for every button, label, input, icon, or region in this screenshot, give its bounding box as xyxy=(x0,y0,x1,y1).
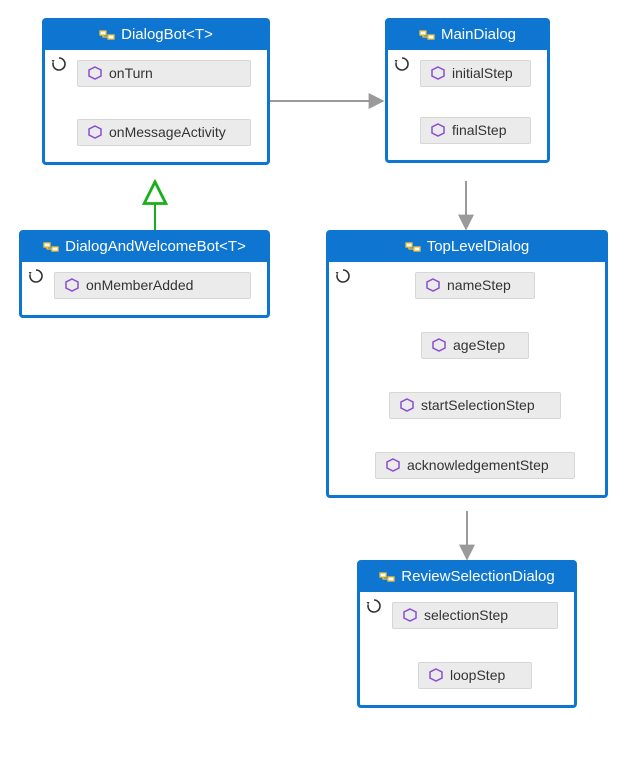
method-item: acknowledgementStep xyxy=(375,452,575,479)
method-item: initialStep xyxy=(420,60,531,87)
cycle-icon xyxy=(366,598,382,617)
method-icon xyxy=(429,668,443,682)
class-review-selection-dialog: ReviewSelectionDialog selectionStep loop… xyxy=(357,560,577,708)
method-label: selectionStep xyxy=(424,607,508,623)
class-main-dialog: MainDialog initialStep finalStep xyxy=(385,18,550,163)
cycle-icon xyxy=(51,56,67,75)
method-item: loopStep xyxy=(418,662,532,689)
class-title: TopLevelDialog xyxy=(427,238,530,255)
class-icon xyxy=(405,239,421,255)
method-icon xyxy=(403,608,417,622)
cycle-icon xyxy=(394,56,410,75)
method-item: finalStep xyxy=(420,117,531,144)
method-item: onMessageActivity xyxy=(77,119,251,146)
method-label: startSelectionStep xyxy=(421,397,535,413)
class-header: ReviewSelectionDialog xyxy=(360,563,574,592)
method-label: initialStep xyxy=(452,65,513,81)
method-item: onTurn xyxy=(77,60,251,87)
cycle-icon xyxy=(335,268,351,287)
method-icon xyxy=(431,66,445,80)
method-icon xyxy=(88,125,102,139)
method-label: loopStep xyxy=(450,667,505,683)
class-header: DialogBot<T> xyxy=(45,21,267,50)
class-title: MainDialog xyxy=(441,26,516,43)
class-title: ReviewSelectionDialog xyxy=(401,568,554,585)
class-header: TopLevelDialog xyxy=(329,233,605,262)
class-header: MainDialog xyxy=(388,21,547,50)
class-icon xyxy=(99,27,115,43)
class-title: DialogAndWelcomeBot<T> xyxy=(65,238,246,255)
class-icon xyxy=(379,569,395,585)
method-icon xyxy=(432,338,446,352)
class-icon xyxy=(43,239,59,255)
cycle-icon xyxy=(28,268,44,287)
method-item: selectionStep xyxy=(392,602,558,629)
class-top-level-dialog: TopLevelDialog nameStep ageStep startSel… xyxy=(326,230,608,498)
method-icon xyxy=(400,398,414,412)
class-title: DialogBot<T> xyxy=(121,26,213,43)
method-label: nameStep xyxy=(447,277,511,293)
method-label: acknowledgementStep xyxy=(407,457,549,473)
class-dialog-bot: DialogBot<T> onTurn onMessageActivity xyxy=(42,18,270,165)
class-dialog-welcome-bot: DialogAndWelcomeBot<T> onMemberAdded xyxy=(19,230,270,318)
method-item: nameStep xyxy=(415,272,535,299)
method-icon xyxy=(88,66,102,80)
method-label: onMessageActivity xyxy=(109,124,226,140)
method-label: ageStep xyxy=(453,337,505,353)
class-icon xyxy=(419,27,435,43)
class-header: DialogAndWelcomeBot<T> xyxy=(22,233,267,262)
method-item: ageStep xyxy=(421,332,529,359)
method-icon xyxy=(386,458,400,472)
method-icon xyxy=(426,278,440,292)
method-label: onMemberAdded xyxy=(86,277,193,293)
method-label: onTurn xyxy=(109,65,153,81)
method-item: startSelectionStep xyxy=(389,392,561,419)
method-item: onMemberAdded xyxy=(54,272,251,299)
method-icon xyxy=(65,278,79,292)
method-icon xyxy=(431,123,445,137)
method-label: finalStep xyxy=(452,122,506,138)
